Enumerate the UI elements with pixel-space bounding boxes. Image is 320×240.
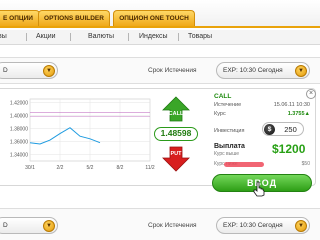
asset-select-value: D [3, 67, 8, 74]
call-label: CALL [168, 111, 184, 117]
chevron-down-icon[interactable]: ▼ [43, 65, 55, 77]
rate-row: Курс 1.3755▲ [214, 111, 310, 119]
arrow-up-icon [162, 96, 190, 122]
hand-cursor-icon [253, 181, 265, 197]
x-tick-label: 5/2 [87, 165, 94, 171]
price-chart: 1.42000 1.40000 1.38000 1.36000 1.34000 30/1 2… [0, 95, 160, 177]
y-tick-label: 1.36000 [10, 139, 28, 145]
close-icon[interactable]: × [306, 89, 316, 99]
category-divider [26, 33, 27, 41]
chevron-down-icon[interactable]: ▼ [295, 220, 307, 232]
call-button[interactable]: CALL [162, 96, 190, 122]
arrow-down-icon [162, 146, 190, 172]
y-tick-label: 1.38000 [10, 126, 28, 132]
expiry-label: Срок Истечения [148, 67, 197, 74]
expiry-select[interactable]: EXP: 10:30 Сегодня ▼ [216, 217, 310, 234]
option-row-header-2: D ▼ Срок Истечения EXP: 10:30 Сегодня ▼ [0, 208, 320, 240]
chevron-down-icon[interactable]: ▼ [295, 65, 307, 77]
asset-select-value: D [3, 222, 8, 229]
investment-value[interactable]: 250 [277, 123, 304, 136]
payout-label: Выплата [214, 143, 245, 150]
y-tick-label: 1.40000 [10, 113, 28, 119]
category-indices[interactable]: Индексы [139, 30, 168, 44]
expiry-select-value: EXP: 10:30 Сегодня [223, 67, 283, 74]
y-tick-label: 1.34000 [10, 152, 28, 158]
investment-input[interactable]: $ 250 [262, 122, 304, 136]
option-ticket: × CALL Истечение 15.06.11 10:30 Курс 1.3… [210, 88, 316, 180]
ticket-rate-label: Курс [214, 111, 226, 117]
x-tick-label: 30/1 [25, 165, 35, 171]
category-divider [128, 33, 129, 41]
y-tick-label: 1.42000 [10, 100, 28, 106]
category-stocks[interactable]: Акции [36, 30, 56, 44]
category-bar: вы Акции Валюты Индексы Товары [0, 30, 320, 45]
payout-sublabel: Курс выше [214, 151, 240, 157]
option-type: CALL [214, 93, 232, 100]
payout-value: $1200 [272, 142, 306, 156]
expiry-row: Истечение 15.06.11 10:30 [214, 102, 310, 110]
put-label: PUT [170, 151, 182, 157]
tab-one-touch[interactable]: ОПЦИОН ONE TOUCH [113, 10, 195, 26]
current-price: 1.48598 [154, 127, 198, 141]
expiry-select-value: EXP: 10:30 Сегодня [223, 222, 283, 229]
top-tab-bar: Е ОПЦИИ OPTIONS BUILDER ОПЦИОН ONE TOUCH [0, 0, 320, 28]
category-divider [70, 33, 71, 41]
ticket-expiry-label: Истечение [214, 102, 242, 108]
category-all[interactable]: вы [0, 30, 7, 44]
highlight-mark [224, 162, 264, 167]
category-divider [178, 33, 179, 41]
tab-options-builder[interactable]: OPTIONS BUILDER [38, 10, 110, 26]
expiry-label: Срок Истечения [148, 222, 197, 229]
asset-select[interactable]: D ▼ [0, 62, 58, 79]
category-currencies[interactable]: Валюты [88, 30, 114, 44]
call-put-controls: CALL 1.48598 PUT [154, 96, 198, 178]
asset-select[interactable]: D ▼ [0, 217, 58, 234]
x-tick-label: 2/2 [57, 165, 64, 171]
ticket-rate-value: 1.3755▲ [287, 111, 310, 117]
payout-lower-value: $50 [301, 161, 310, 167]
price-chart-svg: 1.42000 1.40000 1.38000 1.36000 1.34000 30/1 2… [10, 98, 155, 171]
tab-options[interactable]: Е ОПЦИИ [0, 10, 40, 26]
category-commodities[interactable]: Товары [188, 30, 212, 44]
investment-label: Инвестиция [214, 128, 245, 134]
dollar-coin-icon: $ [264, 124, 275, 135]
chevron-down-icon[interactable]: ▼ [43, 220, 55, 232]
expiry-select[interactable]: EXP: 10:30 Сегодня ▼ [216, 62, 310, 79]
option-row-header: D ▼ Срок Истечения EXP: 10:30 Сегодня ▼ [0, 57, 320, 84]
ticket-expiry-value: 15.06.11 10:30 [273, 102, 310, 108]
put-button[interactable]: PUT [162, 146, 190, 172]
x-tick-label: 8/2 [117, 165, 124, 171]
